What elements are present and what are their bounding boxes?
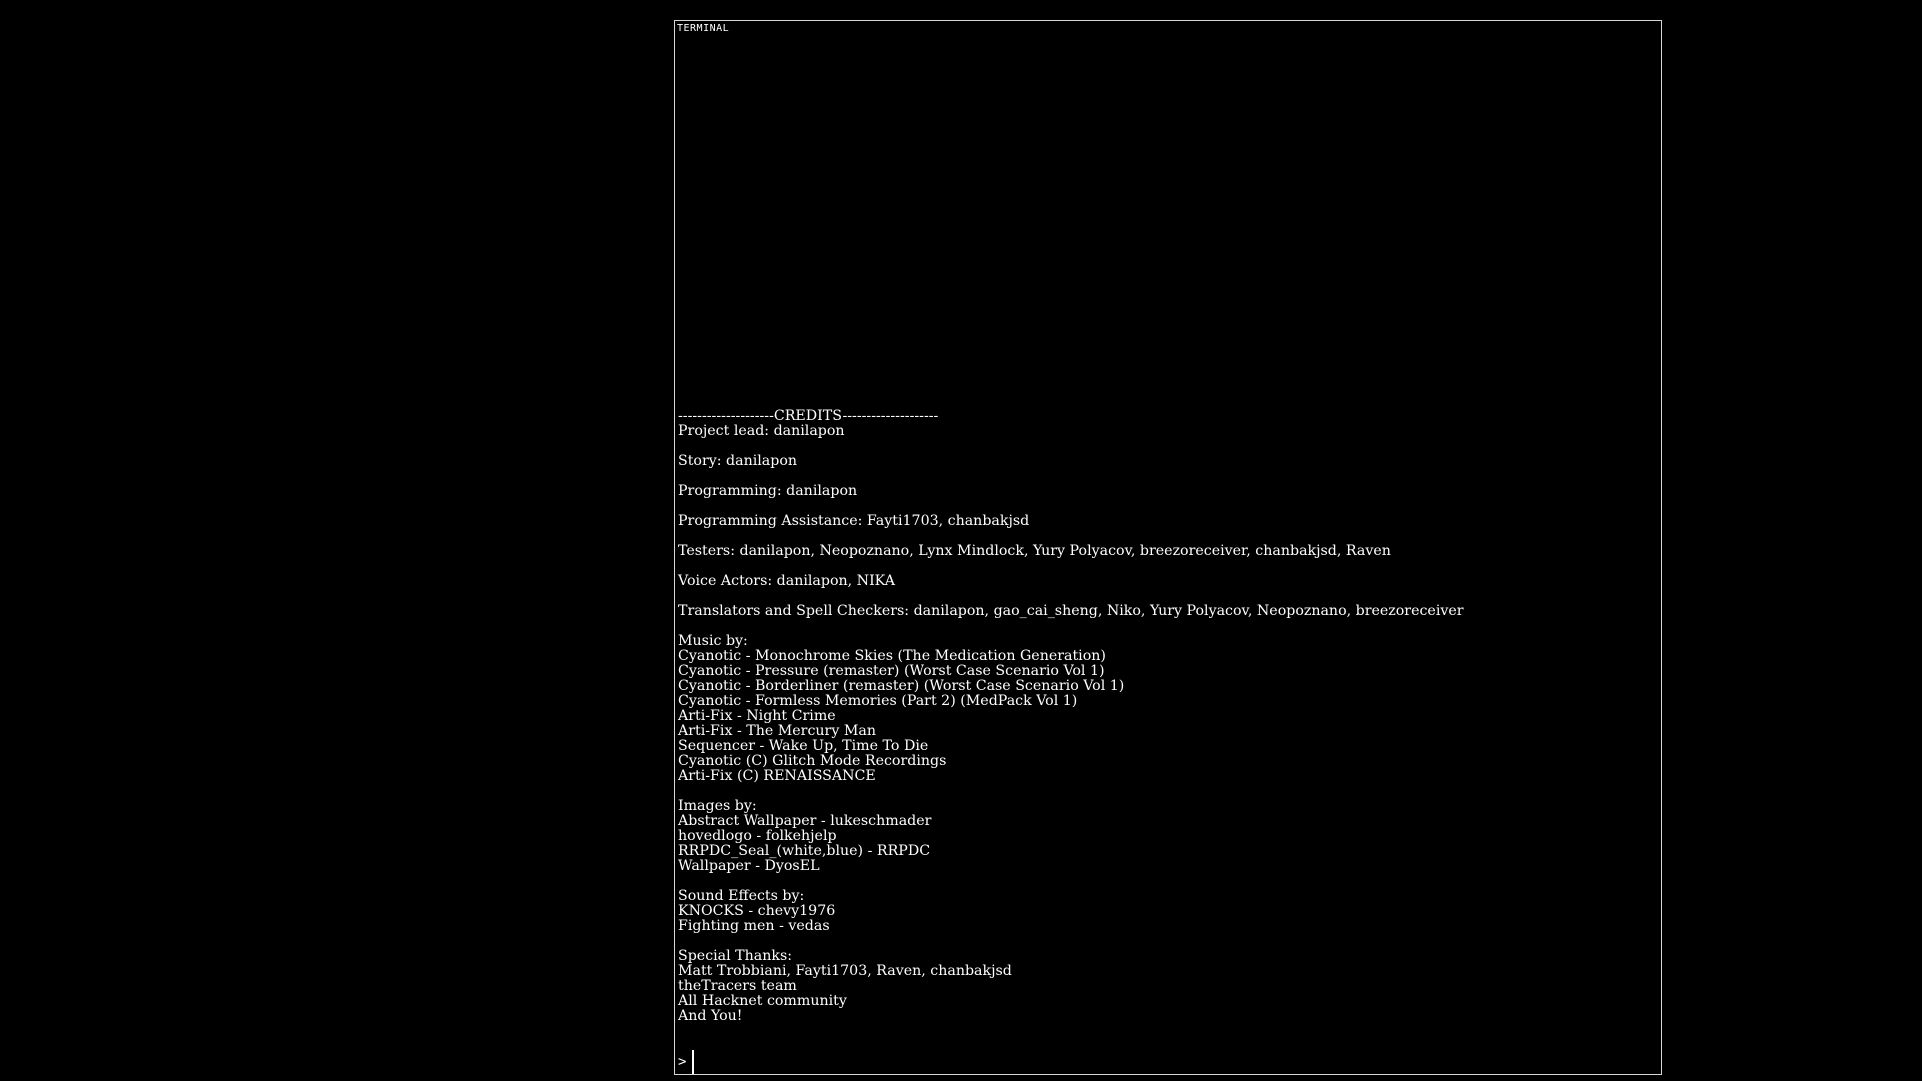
output-line: Music by:	[678, 633, 748, 649]
output-line: --------------------CREDITS-------------…	[678, 408, 939, 424]
terminal-output: --------------------CREDITS-------------…	[678, 409, 1657, 1024]
output-line: Cyanotic - Pressure (remaster) (Worst Ca…	[678, 663, 1105, 679]
terminal-title: TERMINAL	[677, 23, 730, 34]
output-line: Fighting men - vedas	[678, 918, 830, 934]
output-line: Abstract Wallpaper - lukeschmader	[678, 813, 932, 829]
output-line: hovedlogo - folkehjelp	[678, 828, 837, 844]
output-line: Arti-Fix - Night Crime	[678, 708, 836, 724]
output-line: Translators and Spell Checkers: danilapo…	[678, 603, 1464, 619]
output-line: Cyanotic - Monochrome Skies (The Medicat…	[678, 648, 1106, 664]
output-line: Story: danilapon	[678, 453, 798, 469]
command-prompt[interactable]: >	[678, 1049, 694, 1074]
output-line: Project lead: danilapon	[678, 423, 845, 439]
output-line: And You!	[678, 1008, 743, 1024]
output-line: KNOCKS - chevy1976	[678, 903, 836, 919]
output-line: Matt Trobbiani, Fayti1703, Raven, chanba…	[678, 963, 1012, 979]
output-line: Sequencer - Wake Up, Time To Die	[678, 738, 929, 754]
output-line: Arti-Fix (C) RENAISSANCE	[678, 768, 876, 784]
output-line: theTracers team	[678, 978, 797, 994]
terminal-window: TERMINAL --------------------CREDITS----…	[674, 20, 1662, 1075]
output-line: RRPDC_Seal_(white,blue) - RRPDC	[678, 843, 931, 859]
output-line: Testers: danilapon, Neopoznano, Lynx Min…	[678, 543, 1391, 559]
output-line: Programming: danilapon	[678, 483, 858, 499]
prompt-symbol: >	[678, 1054, 687, 1070]
output-line: Images by:	[678, 798, 757, 814]
output-line: Special Thanks:	[678, 948, 793, 964]
output-line: Cyanotic - Borderliner (remaster) (Worst…	[678, 678, 1125, 694]
command-input-cursor[interactable]	[692, 1050, 694, 1074]
output-line: Cyanotic - Formless Memories (Part 2) (M…	[678, 693, 1078, 709]
output-line: Programming Assistance: Fayti1703, chanb…	[678, 513, 1030, 529]
output-line: Arti-Fix - The Mercury Man	[678, 723, 876, 739]
output-line: Wallpaper - DyosEL	[678, 858, 820, 874]
output-line: Cyanotic (C) Glitch Mode Recordings	[678, 753, 947, 769]
output-line: Voice Actors: danilapon, NIKA	[678, 573, 895, 589]
output-line: All Hacknet community	[678, 993, 847, 1009]
output-line: Sound Effects by:	[678, 888, 805, 904]
